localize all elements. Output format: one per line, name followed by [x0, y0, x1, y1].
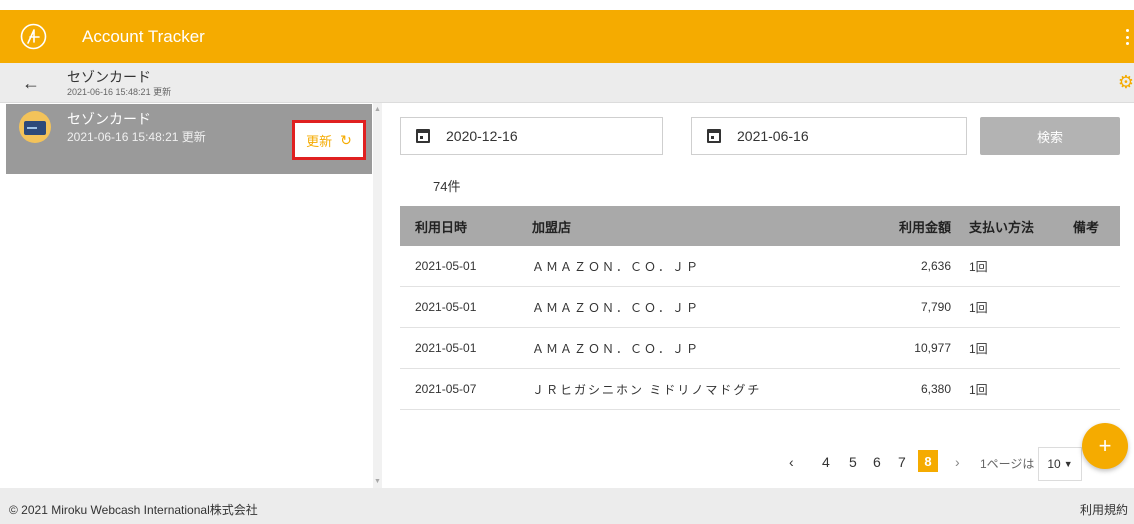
cell-amount: 6,380: [920, 382, 951, 396]
column-header-amount[interactable]: 利用金額: [840, 217, 953, 236]
next-page-icon[interactable]: ›: [955, 454, 960, 470]
page-link[interactable]: 6: [873, 454, 881, 470]
column-header-method[interactable]: 支払い方法: [953, 217, 1053, 236]
app-logo-icon: [20, 23, 47, 50]
page-title: セゾンカード: [67, 69, 151, 85]
table-row[interactable]: 2021-05-01 ＡＭＡＺＯＮ．ＣＯ．ＪＰ 10,977 1回: [400, 328, 1120, 369]
column-header-date[interactable]: 利用日時: [400, 217, 513, 236]
cell-date: 2021-05-01: [415, 300, 477, 314]
page-link[interactable]: 7: [898, 454, 906, 470]
update-button-highlight: 更新 ↻: [292, 120, 366, 160]
copyright-text: © 2021 Miroku Webcash International株式会社: [9, 503, 258, 517]
refresh-icon: ↻: [340, 131, 352, 148]
calendar-icon: [416, 129, 430, 143]
terms-link[interactable]: 利用規約: [1080, 501, 1128, 518]
result-count: 74件: [433, 179, 461, 194]
app-title: Account Tracker: [82, 27, 205, 46]
to-date-value: 2021-06-16: [737, 128, 809, 144]
column-header-note[interactable]: 備考: [1053, 217, 1120, 236]
cell-amount: 7,790: [920, 300, 951, 314]
transactions-table: 利用日時 加盟店 利用金額 支払い方法 備考 2021-05-01 ＡＭＡＺＯＮ…: [400, 206, 1120, 410]
page-link[interactable]: 5: [849, 454, 857, 470]
cell-shop: ＡＭＡＺＯＮ．ＣＯ．ＪＰ: [532, 259, 701, 274]
search-button[interactable]: 検索: [980, 117, 1120, 155]
account-list-item[interactable]: セゾンカード 2021-06-16 15:48:21 更新 更新 ↻: [6, 104, 372, 174]
table-row[interactable]: 2021-05-07 ＪＲヒガシニホン ミドリノマドグチ 6,380 1回: [400, 369, 1120, 410]
add-fab-button[interactable]: +: [1082, 423, 1128, 469]
current-page[interactable]: 8: [918, 450, 938, 472]
scroll-down-arrow-icon[interactable]: ▼: [374, 478, 381, 485]
to-date-field[interactable]: 2021-06-16: [691, 117, 967, 155]
cell-method: 1回: [969, 259, 988, 274]
scroll-up-arrow-icon[interactable]: ▲: [374, 106, 381, 113]
update-button[interactable]: 更新 ↻: [298, 126, 360, 154]
page-link[interactable]: 4: [822, 454, 830, 470]
cell-method: 1回: [969, 341, 988, 356]
chevron-down-icon: ▼: [1063, 459, 1073, 469]
table-row[interactable]: 2021-05-01 ＡＭＡＺＯＮ．ＣＯ．ＪＰ 2,636 1回: [400, 246, 1120, 287]
cell-amount: 10,977: [914, 341, 951, 355]
from-date-field[interactable]: 2020-12-16: [400, 117, 663, 155]
column-header-shop[interactable]: 加盟店: [513, 217, 840, 236]
table-row[interactable]: 2021-05-01 ＡＭＡＺＯＮ．ＣＯ．ＪＰ 7,790 1回: [400, 287, 1120, 328]
account-updated-time: 2021-06-16 15:48:21 更新: [67, 130, 206, 144]
account-sidebar: セゾンカード 2021-06-16 15:48:21 更新 更新 ↻: [0, 103, 373, 488]
cell-date: 2021-05-01: [415, 341, 477, 355]
cell-method: 1回: [969, 300, 988, 315]
cell-amount: 2,636: [920, 259, 951, 273]
cell-shop: ＡＭＡＺＯＮ．ＣＯ．ＪＰ: [532, 300, 701, 315]
app-bar: Account Tracker: [0, 10, 1134, 63]
table-header: 利用日時 加盟店 利用金額 支払い方法 備考: [400, 206, 1120, 246]
cell-method: 1回: [969, 382, 988, 397]
previous-page-icon[interactable]: ‹: [789, 454, 794, 470]
more-menu-icon[interactable]: [1126, 29, 1130, 45]
update-button-label: 更新: [306, 133, 333, 149]
credit-card-avatar-icon: [19, 111, 51, 143]
plus-icon: +: [1098, 433, 1112, 458]
per-page-select[interactable]: 10 ▼: [1038, 447, 1082, 481]
account-name: セゾンカード: [67, 111, 151, 127]
transactions-panel: 2020-12-16 2021-06-16 検索 74件 利用日時 加盟店 利用…: [382, 103, 1134, 488]
per-page-label: 1ページは: [980, 457, 1035, 471]
cell-date: 2021-05-01: [415, 259, 477, 273]
per-page-value: 10: [1047, 457, 1061, 471]
pagination: ‹ 4 5 6 7 8 › 1ページは 10 ▼: [382, 447, 1134, 481]
from-date-value: 2020-12-16: [446, 128, 518, 144]
page-updated-time: 2021-06-16 15:48:21 更新: [67, 87, 172, 97]
cell-shop: ＡＭＡＺＯＮ．ＣＯ．ＪＰ: [532, 341, 701, 356]
cell-date: 2021-05-07: [415, 382, 477, 396]
cell-shop: ＪＲヒガシニホン ミドリノマドグチ: [532, 382, 762, 397]
footer: © 2021 Miroku Webcash International株式会社 …: [0, 488, 1134, 524]
back-arrow-icon[interactable]: ←: [22, 74, 40, 92]
page-header: ← セゾンカード 2021-06-16 15:48:21 更新 ⚙: [0, 63, 1134, 103]
calendar-icon: [707, 129, 721, 143]
sidebar-scrollbar[interactable]: ▲ ▼: [373, 103, 382, 488]
settings-gear-icon[interactable]: ⚙: [1118, 73, 1134, 91]
